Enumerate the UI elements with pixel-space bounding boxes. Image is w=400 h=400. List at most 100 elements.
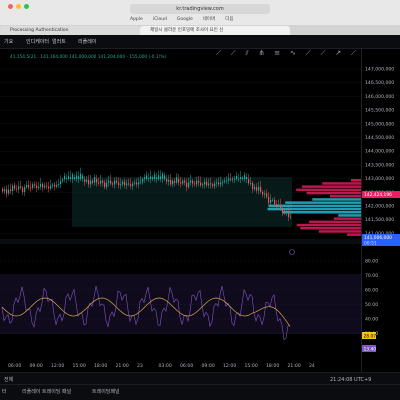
price-axis-tick: 141,500,000 bbox=[365, 217, 394, 223]
candle-body bbox=[208, 183, 210, 186]
browser-tab-active[interactable]: 제일시 클라운 인포밍에 조사이 요인 신 bbox=[140, 26, 290, 35]
candle-body bbox=[58, 183, 60, 185]
candle-body bbox=[118, 182, 120, 186]
candle-body bbox=[4, 189, 6, 192]
candle-body bbox=[144, 177, 146, 179]
panel-tabs: 터 리플레이 트레이딩 패널 트레이딩패널 bbox=[0, 384, 400, 400]
minimize-window-icon[interactable] bbox=[16, 4, 21, 9]
volume-profile-bar bbox=[351, 179, 361, 182]
price-axis-divider bbox=[361, 49, 362, 372]
candle-body bbox=[106, 182, 108, 188]
candle-body bbox=[52, 184, 54, 186]
candle-body bbox=[194, 183, 196, 185]
time-axis-tick: 18:00 bbox=[94, 363, 107, 369]
ray-icon[interactable]: ⟋ bbox=[231, 49, 236, 61]
candle-body bbox=[228, 178, 230, 181]
volume-profile-bar bbox=[301, 185, 361, 188]
candle-body bbox=[22, 187, 24, 192]
bookmark-icloud[interactable]: iCloud bbox=[153, 16, 167, 24]
candle-body bbox=[112, 183, 114, 185]
arrow-icon[interactable]: ↗ bbox=[335, 49, 341, 61]
range-all-button[interactable]: 전체 bbox=[4, 376, 13, 384]
browser-tab-auth[interactable]: Processing Authentication bbox=[0, 26, 140, 35]
candle-body bbox=[54, 184, 56, 187]
pattern-icon[interactable]: ∿ bbox=[290, 49, 296, 61]
replay-button[interactable]: 리플레이 bbox=[78, 38, 96, 46]
candle-body bbox=[178, 179, 180, 183]
bookmark-naver[interactable]: 네이버 bbox=[203, 16, 215, 24]
candle-body bbox=[146, 175, 148, 179]
candle-body bbox=[56, 184, 58, 187]
price-axis-tick: 144,500,000 bbox=[365, 135, 394, 141]
panel-tab-trading[interactable]: 트레이딩패널 bbox=[92, 388, 120, 396]
bookmark-google[interactable]: Google bbox=[177, 16, 193, 24]
candle-body bbox=[184, 180, 186, 183]
candle-body bbox=[116, 180, 118, 183]
candle-body bbox=[268, 196, 270, 203]
replay-marker-icon[interactable] bbox=[289, 249, 295, 255]
candle-body bbox=[28, 185, 30, 188]
brush-icon[interactable]: ⟋ bbox=[320, 49, 325, 61]
candle-body bbox=[142, 179, 144, 182]
candle-body bbox=[114, 180, 116, 185]
drawing-tools-strip: ⟋ ⟋ ⫽ ⋔ ≡ ∿ ⟋ ⟋ ↗ ⟋ bbox=[216, 49, 356, 61]
oscillator-axis-tick: 60.00 bbox=[365, 288, 378, 294]
path-icon[interactable]: ⟋ bbox=[306, 49, 311, 61]
candle-body bbox=[226, 180, 228, 182]
close-window-icon[interactable] bbox=[8, 4, 13, 9]
browser-tabs: Processing Authentication 제일시 클라운 인포밍에 조… bbox=[0, 25, 400, 35]
candle-body bbox=[262, 192, 264, 195]
candle-body bbox=[16, 188, 18, 190]
chart-area[interactable]: 147,000,000 146,500,000 146,000,000 145,500… bbox=[0, 49, 400, 372]
candle-body bbox=[216, 182, 218, 184]
candle-body bbox=[74, 177, 76, 179]
candle-body bbox=[138, 182, 140, 185]
alert-button[interactable]: 얼러트 bbox=[52, 38, 66, 46]
candle-body bbox=[224, 180, 226, 182]
candle-body bbox=[6, 189, 8, 194]
time-axis-tick: 12:00 bbox=[223, 363, 236, 369]
bookmark-apple[interactable]: Apple bbox=[130, 16, 143, 24]
candle-body bbox=[156, 177, 158, 179]
candle-body bbox=[104, 182, 106, 188]
candle-body bbox=[284, 212, 286, 214]
oscillator-axis-tick: 70.00 bbox=[365, 273, 378, 279]
candle-body bbox=[24, 187, 26, 192]
ruler-icon[interactable]: ⟋ bbox=[351, 49, 356, 61]
time-axis-tick: 24 bbox=[309, 363, 315, 369]
address-bar[interactable]: kr.tradingview.com bbox=[130, 4, 270, 14]
price-axis-tick: 142,000,000 bbox=[365, 204, 394, 210]
candle-body bbox=[20, 186, 22, 188]
candle-body bbox=[8, 189, 10, 194]
price-axis-tick: 146,000,000 bbox=[365, 94, 394, 100]
candle-body bbox=[96, 179, 98, 183]
volume-profile-bar bbox=[318, 230, 361, 233]
trend-line-icon[interactable]: ⟋ bbox=[216, 49, 221, 61]
candle-body bbox=[72, 174, 74, 179]
candle-body bbox=[204, 181, 206, 185]
channel-icon[interactable]: ⫽ bbox=[246, 49, 249, 61]
candle-body bbox=[124, 181, 126, 186]
candle-body bbox=[174, 180, 176, 183]
bookmark-daum[interactable]: 다음 bbox=[225, 16, 233, 24]
pitchfork-icon[interactable]: ⋔ bbox=[259, 49, 265, 61]
panel-tab-0[interactable]: 터 bbox=[2, 388, 7, 396]
clock-label[interactable]: 21:24:08 UTC+9 bbox=[330, 376, 371, 384]
price-chart[interactable]: 147,000,000 146,500,000 146,000,000 145,500… bbox=[0, 49, 400, 372]
interval-button[interactable]: 기요 bbox=[4, 38, 13, 46]
candle-body bbox=[182, 180, 184, 184]
panel-tab-replay-trading[interactable]: 리플레이 트레이딩 패널 bbox=[22, 388, 71, 396]
candle-body bbox=[162, 173, 164, 179]
zoom-window-icon[interactable] bbox=[24, 4, 29, 9]
candle-body bbox=[82, 175, 84, 179]
candle-body bbox=[188, 182, 190, 188]
time-axis-tick: 21:00 bbox=[288, 363, 301, 369]
candle-body bbox=[88, 179, 90, 185]
indicators-button[interactable]: 인디케이터 bbox=[26, 38, 49, 46]
candle-body bbox=[160, 176, 162, 179]
candle-body bbox=[238, 178, 240, 180]
candle-body bbox=[222, 181, 224, 183]
candle-body bbox=[252, 183, 254, 190]
fib-icon[interactable]: ≡ bbox=[274, 49, 280, 61]
candle-body bbox=[98, 182, 100, 184]
